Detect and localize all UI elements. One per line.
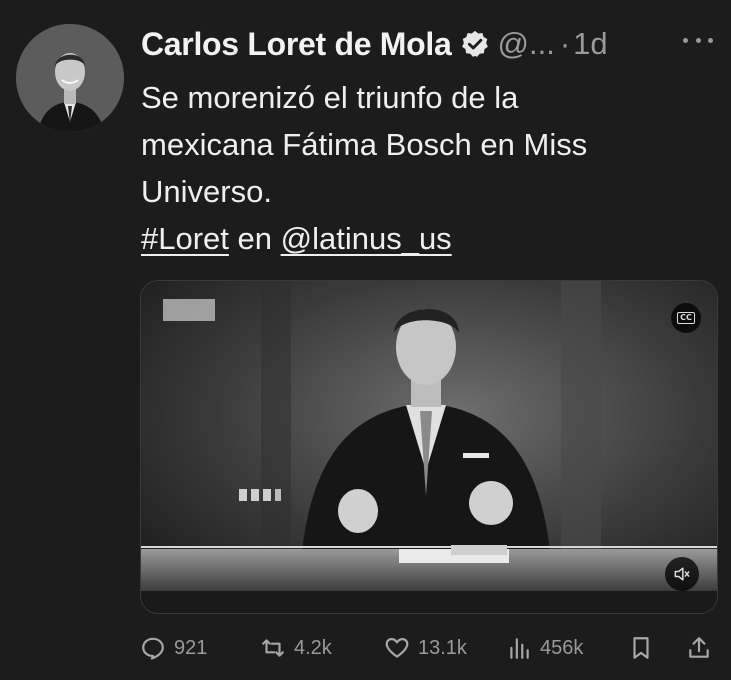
speaker-icon[interactable] [665, 557, 699, 591]
closed-captions-icon[interactable]: CC [671, 303, 701, 333]
hashtag-link[interactable]: #Loret [141, 221, 229, 256]
cc-label: CC [677, 312, 695, 324]
like-button[interactable]: 13.1k [384, 628, 467, 668]
connector-text: en [228, 221, 281, 256]
share-upload-icon [686, 635, 712, 661]
tweet-header: Carlos Loret de Mola @... · 1d [141, 22, 608, 66]
bookmark-button[interactable] [628, 628, 654, 668]
tweet-text-line-links: #Loret en @latinus_us [141, 215, 701, 262]
tweet[interactable]: Carlos Loret de Mola @... · 1d Se moreni… [0, 0, 731, 680]
repost-icon [260, 635, 286, 661]
separator-dot: · [559, 26, 571, 61]
tweet-text-line: Se morenizó el triunfo de la [141, 80, 519, 115]
mention-link[interactable]: @latinus_us [281, 221, 452, 256]
like-count: 13.1k [418, 636, 467, 659]
more-horizontal-icon[interactable] [683, 30, 713, 50]
tweet-text-line: mexicana Fátima Bosch en Miss [141, 127, 588, 162]
repost-button[interactable]: 4.2k [260, 628, 332, 668]
post-timestamp[interactable]: 1d [573, 26, 607, 62]
tweet-text: Se morenizó el triunfo de la mexicana Fá… [141, 74, 701, 262]
views-button[interactable]: 456k [506, 628, 583, 668]
reply-count: 921 [174, 636, 208, 659]
reply-bubble-icon [140, 635, 166, 661]
avatar[interactable] [16, 24, 124, 132]
video-frame [141, 281, 717, 613]
share-button[interactable] [686, 628, 712, 668]
views-bar-chart-icon [506, 635, 532, 661]
verified-badge-icon [460, 29, 490, 59]
reply-button[interactable]: 921 [140, 628, 207, 668]
author-handle[interactable]: @... [498, 26, 555, 62]
avatar-photo [16, 24, 124, 132]
action-bar: 921 4.2k 13.1k 456k [140, 628, 716, 668]
author-name[interactable]: Carlos Loret de Mola [141, 26, 452, 63]
bookmark-icon [628, 635, 654, 661]
video-player[interactable]: CC [140, 280, 718, 614]
heart-icon [384, 635, 410, 661]
tweet-text-line: Universo. [141, 174, 272, 209]
repost-count: 4.2k [294, 636, 332, 659]
views-count: 456k [540, 636, 584, 659]
